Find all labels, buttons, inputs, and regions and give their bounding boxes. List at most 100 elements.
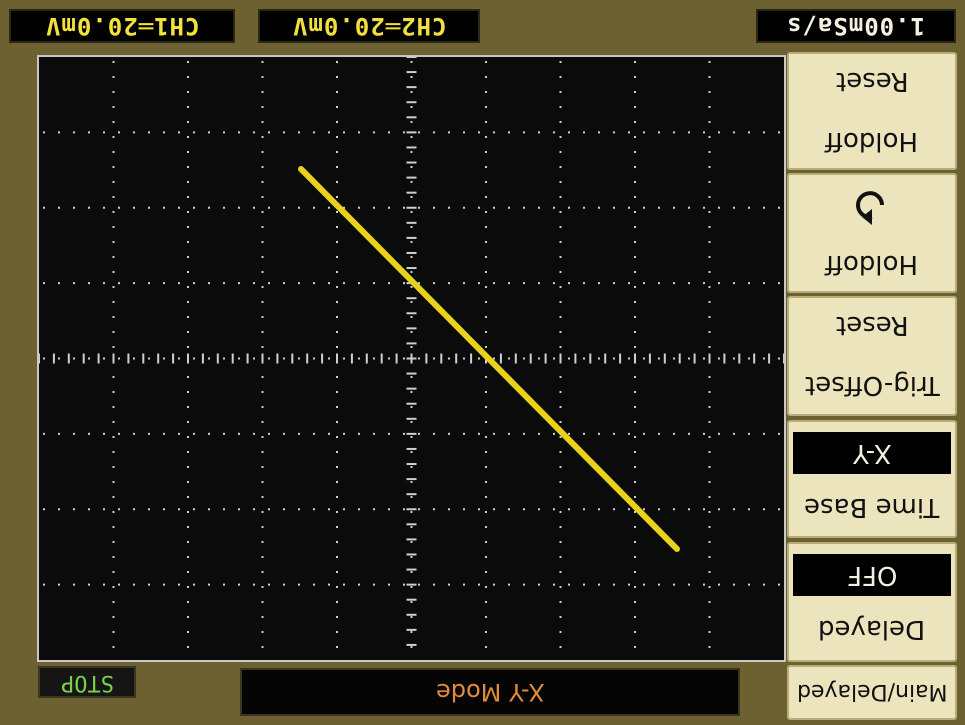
graticule-dot: [723, 353, 726, 364]
graticule-dot: [313, 357, 315, 360]
graticule-dot: [663, 353, 666, 364]
graticule-dot: [406, 267, 417, 270]
graticule-dot: [508, 357, 510, 360]
graticule-dot: [634, 421, 636, 423]
graticule-dot: [336, 271, 338, 273]
graticule-dot: [283, 583, 285, 586]
graticule-dot: [358, 206, 360, 209]
graticule-dot: [708, 406, 711, 408]
graticule-dot: [634, 106, 636, 108]
graticule-dot: [187, 436, 189, 438]
graticule-dot: [658, 508, 660, 511]
graticule-dot: [559, 166, 562, 168]
graticule-dot: [634, 76, 636, 78]
graticule-dot: [559, 211, 562, 213]
graticule-dot: [643, 206, 645, 209]
graticule-dot: [478, 357, 480, 360]
graticule-dot: [583, 357, 585, 360]
graticule-dot: [688, 206, 690, 209]
graticule-dot: [88, 357, 90, 360]
graticule-dot: [733, 508, 735, 511]
graticule-dot: [276, 353, 279, 364]
graticule-dot: [406, 297, 417, 300]
graticule-dot: [118, 508, 120, 511]
graticule-dot: [598, 583, 600, 586]
channel-1-scale-text: CH1═20.0mV: [44, 12, 200, 40]
graticule-dot: [187, 631, 189, 633]
graticule-dot: [373, 508, 375, 511]
graticule-dot: [112, 136, 115, 138]
graticule-dot: [485, 76, 487, 78]
graticule-dot: [112, 331, 115, 333]
graticule-dot: [406, 583, 417, 586]
graticule-dot: [643, 131, 645, 134]
graticule-dot: [112, 271, 115, 273]
graticule-dot: [112, 586, 115, 588]
graticule-dot: [485, 121, 487, 123]
holdoff-softkey[interactable]: Holdoff: [787, 173, 957, 293]
graticule-dot: [598, 282, 600, 285]
delayed-softkey[interactable]: OFF Delayed: [787, 542, 957, 662]
graticule-dot: [261, 511, 264, 513]
graticule-dot: [163, 357, 165, 360]
graticule-dot: [238, 508, 240, 511]
graticule-dot: [410, 61, 413, 63]
graticule-dot: [336, 391, 338, 393]
graticule-dot: [410, 571, 413, 573]
graticule-dot: [336, 496, 338, 498]
graticule-dot: [187, 106, 189, 108]
graticule-dot: [253, 508, 255, 511]
graticule-dot: [410, 151, 413, 153]
graticule-dot: [708, 76, 711, 78]
graticule-dot: [485, 496, 487, 498]
graticule-dot: [187, 316, 189, 318]
graticule-dot: [559, 646, 562, 648]
graticule-dot: [708, 466, 711, 468]
graticule-dot: [112, 76, 115, 78]
graticule-dot: [634, 61, 636, 63]
graticule-dot: [373, 131, 375, 134]
graticule-dot: [693, 353, 696, 364]
graticule-dot: [485, 451, 487, 453]
graticule-dot: [559, 556, 562, 558]
graticule-dot: [559, 376, 562, 378]
graticule-dot: [485, 286, 487, 288]
graticule-dot: [187, 196, 189, 198]
graticule-dot: [485, 241, 487, 243]
graticule-dot: [433, 583, 435, 586]
main-delayed-softkey[interactable]: Main/Delayed: [787, 665, 957, 720]
graticule-dot: [688, 357, 690, 360]
graticule-dot: [634, 631, 636, 633]
graticule-dot: [708, 181, 711, 183]
reset-trig-offset-softkey[interactable]: Reset Trig-Offset: [787, 296, 957, 416]
graticule-dot: [298, 583, 300, 586]
graticule-dot: [388, 583, 390, 586]
graticule-dot: [748, 432, 750, 435]
graticule-dot: [634, 481, 636, 483]
graticule-dot: [103, 206, 105, 209]
time-base-softkey[interactable]: X-Y Time Base: [787, 420, 957, 538]
graticule-dot: [463, 206, 465, 209]
graticule-dot: [485, 436, 487, 438]
run-state-text: STOP: [60, 669, 114, 695]
graticule-dot: [268, 432, 270, 435]
graticule-dot: [261, 616, 264, 618]
sample-rate-text: 1.00mSa/s: [786, 12, 926, 40]
graticule-dot: [634, 526, 636, 528]
graticule-dot: [493, 206, 495, 209]
graticule-dot: [223, 357, 225, 360]
graticule-dot: [568, 432, 570, 435]
graticule-dot: [538, 432, 540, 435]
graticule-dot: [718, 432, 720, 435]
graticule-dot: [148, 432, 150, 435]
graticule-dot: [433, 282, 435, 285]
graticule-dot: [708, 451, 711, 453]
graticule-dot: [163, 206, 165, 209]
reset-holdoff-softkey[interactable]: Reset Holdoff: [787, 52, 957, 170]
graticule-display: [37, 55, 786, 662]
graticule-dot: [406, 116, 417, 119]
graticule-dot: [406, 357, 417, 360]
graticule-dot: [103, 357, 105, 360]
graticule-dot: [478, 282, 480, 285]
graticule-dot: [112, 106, 115, 108]
